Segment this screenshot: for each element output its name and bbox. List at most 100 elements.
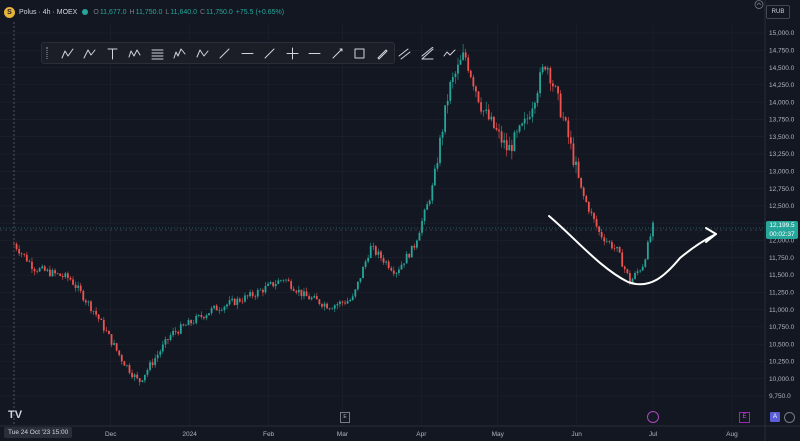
path-icon[interactable]: [439, 43, 462, 63]
event-marker-icon[interactable]: [647, 411, 659, 423]
time-tick-label: Aug: [726, 431, 738, 438]
candle-body: [282, 280, 285, 281]
earnings-marker-icon[interactable]: E: [340, 412, 350, 423]
scroll-up-icon[interactable]: [754, 0, 764, 9]
currency-selector[interactable]: RUB: [766, 5, 790, 19]
candle-body: [308, 296, 311, 300]
candle-body: [457, 64, 459, 74]
candle-body: [290, 281, 293, 289]
anchored-text-icon[interactable]: [101, 43, 124, 63]
price-tick-label: 11,250.0: [769, 289, 794, 296]
candle-body: [557, 86, 559, 94]
candle-body: [172, 330, 175, 336]
time-tick-label: Jul: [649, 431, 658, 438]
candle-body: [508, 144, 511, 151]
candle-body: [115, 343, 118, 351]
candle-body: [536, 93, 539, 103]
candle-body: [649, 236, 652, 242]
candle-body: [521, 123, 524, 126]
horizontal-line-icon[interactable]: [304, 43, 327, 63]
price-tick-label: 14,500.0: [769, 65, 795, 72]
candle-body: [295, 290, 298, 293]
candle-body: [187, 320, 190, 326]
grid: [0, 22, 765, 426]
pitchfork-icon[interactable]: [56, 43, 79, 63]
schiff-pitchfork-icon[interactable]: [79, 43, 102, 63]
dividend-marker-icon[interactable]: E: [739, 412, 750, 423]
candle-body: [413, 245, 416, 248]
candle-body: [110, 334, 113, 345]
candle-body: [608, 241, 611, 243]
candle-body: [20, 253, 23, 255]
candle-body: [639, 270, 642, 272]
candle-body: [313, 296, 316, 298]
parallel-channel-icon[interactable]: [394, 43, 417, 63]
candle-body: [102, 319, 105, 331]
candle-body: [503, 140, 506, 143]
horizontal-ray-icon[interactable]: [236, 43, 259, 63]
fib-retracement-icon[interactable]: [146, 43, 169, 63]
elliott-wave-icon[interactable]: [169, 43, 192, 63]
candle-body: [259, 289, 262, 291]
pencil-icon[interactable]: [371, 43, 394, 63]
auto-scale-button[interactable]: A: [770, 412, 780, 422]
trend-line-icon[interactable]: [214, 43, 237, 63]
price-tick-label: 14,000.0: [769, 99, 795, 106]
time-axis[interactable]: Dec 2024 Feb Mar Apr May Jun Jul Aug: [105, 431, 738, 438]
candle-body: [377, 251, 380, 255]
candle-body: [41, 266, 44, 269]
candle-body: [646, 241, 649, 260]
price-tick-label: 15,000.0: [769, 30, 795, 37]
candle-body: [454, 73, 457, 78]
time-tick-label: May: [492, 431, 505, 438]
candle-body: [354, 289, 357, 297]
candle-body: [74, 284, 77, 288]
toolbar-grip-icon[interactable]: [46, 47, 48, 59]
candle-body: [485, 109, 488, 111]
bar-countdown: 00:02:37: [769, 231, 795, 238]
candle-body: [200, 315, 203, 317]
fib-channel-icon[interactable]: [416, 43, 439, 63]
candle-body: [408, 253, 411, 258]
candle-body: [428, 200, 431, 205]
candle-body: [416, 240, 418, 248]
wave-icon[interactable]: [124, 43, 147, 63]
candle-body: [95, 310, 98, 315]
price-axis[interactable]: 15,000.0 14,750.0 14,500.0 14,250.0 14,000.0…: [769, 30, 795, 400]
candles: [13, 44, 654, 386]
candle-body: [133, 374, 136, 378]
candle-body: [336, 304, 339, 306]
chart-settings-icon[interactable]: [784, 412, 795, 423]
candle-body: [128, 365, 131, 373]
ohlc-high: H11,750.0: [129, 8, 163, 16]
candle-body: [31, 261, 33, 269]
candle-body: [208, 313, 210, 316]
candle-body: [585, 196, 588, 203]
rectangle-icon[interactable]: [349, 43, 372, 63]
tradingview-logo-icon[interactable]: TV: [8, 409, 22, 421]
symbol-title[interactable]: Polus · 4h · MOEX: [19, 9, 77, 16]
price-chart[interactable]: 15,000.0 14,750.0 14,500.0 14,250.0 14,000.0…: [0, 0, 800, 441]
candle-body: [421, 220, 423, 233]
cross-line-icon[interactable]: [281, 43, 304, 63]
candle-body: [549, 68, 552, 84]
candle-body: [256, 290, 259, 297]
candle-body: [233, 298, 236, 305]
candle-body: [382, 258, 385, 263]
candle-body: [387, 261, 390, 269]
ray-icon[interactable]: [259, 43, 282, 63]
candle-body: [151, 362, 154, 366]
candle-body: [66, 273, 69, 278]
candle-body: [136, 374, 139, 379]
info-line-icon[interactable]: [326, 43, 349, 63]
price-tick-label: 14,250.0: [769, 82, 795, 89]
candle-body: [516, 131, 518, 133]
candle-body: [97, 314, 100, 319]
cup-annotation[interactable]: [548, 215, 717, 286]
price-tick-label: 10,250.0: [769, 359, 795, 366]
candle-body: [210, 308, 213, 314]
candle-body: [246, 295, 249, 297]
abcd-pattern-icon[interactable]: [191, 43, 214, 63]
drawing-toolbar[interactable]: [41, 42, 456, 64]
price-tick-label: 10,750.0: [769, 324, 795, 331]
